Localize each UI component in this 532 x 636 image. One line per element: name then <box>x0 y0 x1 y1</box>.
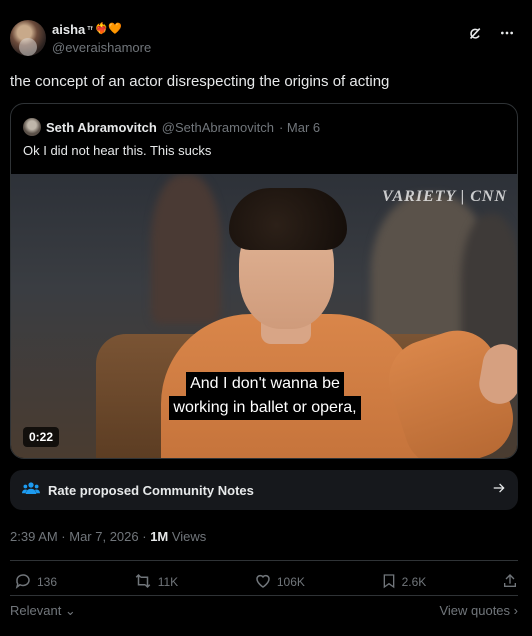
video-duration: 0:22 <box>23 427 60 447</box>
video-player[interactable]: VARIETY | CNN And I don't wanna be worki… <box>11 174 517 458</box>
chevron-down-icon: ⌄ <box>61 603 76 618</box>
view-quotes-link[interactable]: View quotes › <box>439 603 518 619</box>
bookmark-count: 2.6K <box>401 575 427 589</box>
tweet-meta: 2:39 AM · Mar 7, 2026 · 1M Views <box>10 529 206 544</box>
tweet-timestamp[interactable]: 2:39 AM · Mar 7, 2026 · <box>10 529 150 544</box>
chevron-right-icon: › <box>510 603 518 618</box>
divider-top <box>10 560 518 561</box>
bookmark-icon <box>381 572 397 593</box>
quote-header: Seth Abramovitch @SethAbramovitch · Mar … <box>23 118 320 136</box>
display-name-text: aisha <box>52 22 86 37</box>
bookmark-button[interactable]: 2.6K <box>381 572 427 593</box>
caption-line-2: working in ballet or opera, <box>169 396 361 420</box>
background-person-left <box>151 174 221 324</box>
repost-icon <box>133 572 153 593</box>
views-label: Views <box>168 529 207 544</box>
view-quotes-label: View quotes <box>439 603 511 618</box>
like-button[interactable]: 106K <box>254 572 305 593</box>
arrow-right-icon <box>492 481 506 500</box>
author-avatar[interactable] <box>10 20 46 56</box>
sort-dropdown[interactable]: Relevant ⌄ <box>10 603 76 619</box>
author-display-name[interactable]: aisha ᵀᶠ ❤️‍🔥🧡 <box>52 22 151 37</box>
repost-count: 11K <box>157 575 179 589</box>
caption-line-1: And I don't wanna be <box>186 372 344 396</box>
heart-icon <box>254 572 272 593</box>
author-names: aisha ᵀᶠ ❤️‍🔥🧡 @everaishamore <box>52 22 151 55</box>
reply-footer: Relevant ⌄ View quotes › <box>10 603 518 619</box>
quote-date: · Mar 6 <box>278 119 321 135</box>
display-name-superscript: ᵀᶠ <box>87 25 93 34</box>
divider-bottom <box>10 595 518 596</box>
video-caption: And I don't wanna be working in ballet o… <box>11 372 517 420</box>
sort-label: Relevant <box>10 603 62 618</box>
repost-button[interactable]: 11K <box>133 572 178 593</box>
quote-author-handle[interactable]: @SethAbramovitch <box>162 120 274 135</box>
reply-count: 136 <box>37 575 58 589</box>
reply-icon <box>14 572 32 593</box>
more-options-icon[interactable] <box>498 24 516 42</box>
quote-avatar[interactable] <box>23 118 41 136</box>
video-watermark: VARIETY | CNN <box>382 188 507 205</box>
share-icon <box>502 572 518 593</box>
tweet-text: the concept of an actor disrespecting th… <box>10 73 390 90</box>
like-count: 106K <box>276 575 305 589</box>
author-handle[interactable]: @everaishamore <box>52 40 151 55</box>
views-count: 1M <box>150 529 169 544</box>
quote-text: Ok I did not hear this. This sucks <box>23 143 212 158</box>
community-notes-icon <box>22 481 40 500</box>
share-button[interactable] <box>502 572 518 593</box>
grok-icon[interactable] <box>466 24 484 42</box>
person-hair <box>229 188 347 250</box>
quote-author-name[interactable]: Seth Abramovitch <box>46 120 157 135</box>
reply-button[interactable]: 136 <box>14 572 57 593</box>
header-icons <box>466 24 516 42</box>
community-notes-label: Rate proposed Community Notes <box>48 482 254 498</box>
tweet-header: aisha ᵀᶠ ❤️‍🔥🧡 @everaishamore <box>10 18 522 60</box>
display-name-emojis: ❤️‍🔥🧡 <box>94 23 123 35</box>
community-notes-button[interactable]: Rate proposed Community Notes <box>10 470 518 510</box>
action-bar: 136 11K 106K 2.6K <box>14 572 518 592</box>
quoted-tweet[interactable]: Seth Abramovitch @SethAbramovitch · Mar … <box>10 103 518 459</box>
